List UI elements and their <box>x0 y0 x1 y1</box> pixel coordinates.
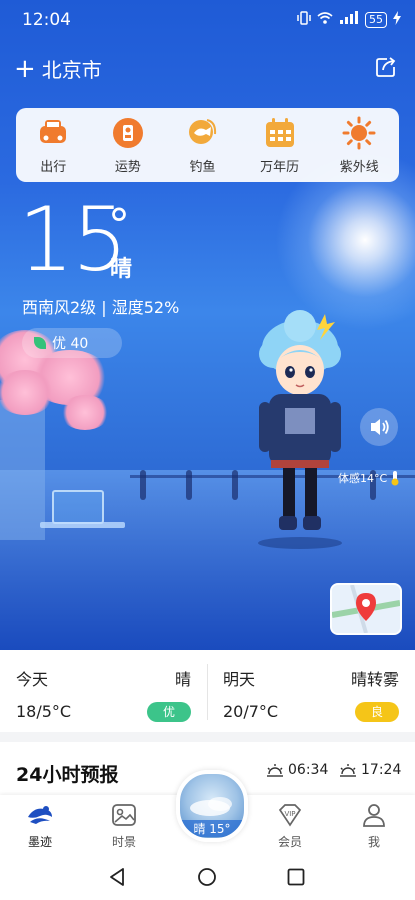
aqi-level-badge: 良 <box>355 702 399 722</box>
sunrise-time: 06:34 <box>266 762 328 778</box>
tab-scenery[interactable]: 时景 <box>94 801 154 850</box>
uv-sun-icon <box>342 116 376 149</box>
current-condition: 晴 <box>110 257 133 282</box>
aqi-text: 优 40 <box>52 336 89 352</box>
blossom <box>60 395 110 430</box>
avatar-character[interactable] <box>245 310 355 550</box>
quick-action-travel[interactable]: 出行 <box>36 116 70 175</box>
fishing-icon <box>189 118 217 144</box>
sunrise-icon <box>267 764 283 777</box>
status-time: 12:04 <box>22 10 71 30</box>
quick-action-label: 出行 <box>40 159 67 175</box>
hourly-title: 24小时预报 <box>16 764 119 786</box>
day-condition: 晴转雾 <box>350 670 399 689</box>
sunset-icon <box>340 764 356 777</box>
svg-text:VIP: VIP <box>284 810 295 818</box>
add-city-icon[interactable]: + <box>14 56 36 82</box>
fortune-icon <box>112 117 143 148</box>
home-icon[interactable] <box>197 867 217 887</box>
forecast-today[interactable]: 今天 晴 18/5°C 优 <box>0 650 207 732</box>
tab-label: 我 <box>367 835 380 849</box>
system-navigation-bar <box>0 855 415 900</box>
calendar-icon <box>265 117 294 147</box>
status-icons: 55 <box>297 11 401 28</box>
city-name: 北京市 <box>41 58 102 82</box>
day-temp-range: 20/7°C <box>223 702 279 721</box>
thermometer-icon <box>391 471 399 486</box>
recents-icon[interactable] <box>286 867 306 887</box>
weather-scene-button[interactable]: 晴 15° <box>176 770 248 842</box>
tab-vip[interactable]: VIP 会员 <box>260 801 320 850</box>
railing-post <box>232 470 238 500</box>
degree-symbol: ° <box>108 200 130 251</box>
sunset-time: 17:24 <box>339 762 401 778</box>
quick-action-label: 紫外线 <box>339 159 379 175</box>
railing-post <box>186 470 192 500</box>
fish-tank <box>52 490 104 524</box>
weather-scene <box>0 0 415 650</box>
share-icon[interactable] <box>375 56 397 78</box>
tab-label: 墨迹 <box>27 835 52 849</box>
daily-forecast: 今天 晴 18/5°C 优 明天 晴转雾 20/7°C 良 <box>0 650 415 732</box>
quick-action-label: 万年历 <box>260 159 300 175</box>
forecast-tomorrow[interactable]: 明天 晴转雾 20/7°C 良 <box>208 650 415 732</box>
wifi-icon <box>317 11 333 28</box>
center-weather-label: 晴 15° <box>180 820 244 837</box>
bench <box>40 522 125 528</box>
quick-action-uv[interactable]: 紫外线 <box>340 116 379 175</box>
sunset-text: 17:24 <box>361 762 402 778</box>
day-label: 明天 <box>223 670 256 689</box>
tab-label: 时景 <box>111 835 136 849</box>
day-temp-range: 18/5°C <box>16 702 72 721</box>
battery-level: 55 <box>365 11 387 28</box>
leaf-icon <box>34 337 46 349</box>
signal-icon <box>339 11 359 28</box>
blossom <box>0 370 55 415</box>
aqi-badge[interactable]: 优 40 <box>22 328 122 358</box>
tab-label: 会员 <box>277 835 302 849</box>
car-icon <box>40 119 67 143</box>
status-bar: 12:04 55 <box>0 0 415 40</box>
tab-me[interactable]: 我 <box>344 801 404 850</box>
tab-moji[interactable]: 墨迹 <box>10 801 70 850</box>
aqi-level-badge: 优 <box>147 702 191 722</box>
vibrate-icon <box>297 11 311 28</box>
day-label: 今天 <box>16 670 49 689</box>
section-separator <box>0 732 415 742</box>
feels-like-text: 体感14°C <box>338 472 388 485</box>
quick-action-calendar[interactable]: 万年历 <box>260 116 299 175</box>
quick-action-label: 钓鱼 <box>189 159 216 175</box>
quick-action-label: 运势 <box>114 159 141 175</box>
map-button[interactable] <box>330 583 402 635</box>
user-icon <box>363 804 385 827</box>
quick-action-fishing[interactable]: 钓鱼 <box>185 116 219 175</box>
day-condition: 晴 <box>174 670 191 689</box>
building-wall <box>0 400 45 540</box>
sunrise-text: 06:34 <box>288 762 329 778</box>
wind-humidity: 西南风2级 | 湿度52% <box>22 298 180 317</box>
map-pin-icon <box>332 585 400 633</box>
picture-icon <box>112 804 136 826</box>
vip-icon: VIP <box>278 804 302 827</box>
voice-broadcast-button[interactable] <box>360 408 398 446</box>
feels-like: 体感14°C <box>338 470 400 486</box>
back-icon[interactable] <box>108 867 128 887</box>
quick-actions-bar: 出行 运势 钓鱼 万年历 紫外线 <box>16 108 399 182</box>
speaker-icon <box>371 419 389 435</box>
city-selector[interactable]: + 北京市 <box>14 54 102 83</box>
moji-logo-icon <box>28 806 52 824</box>
railing-post <box>140 470 146 500</box>
quick-action-fortune[interactable]: 运势 <box>111 116 145 175</box>
charging-icon <box>393 11 401 28</box>
